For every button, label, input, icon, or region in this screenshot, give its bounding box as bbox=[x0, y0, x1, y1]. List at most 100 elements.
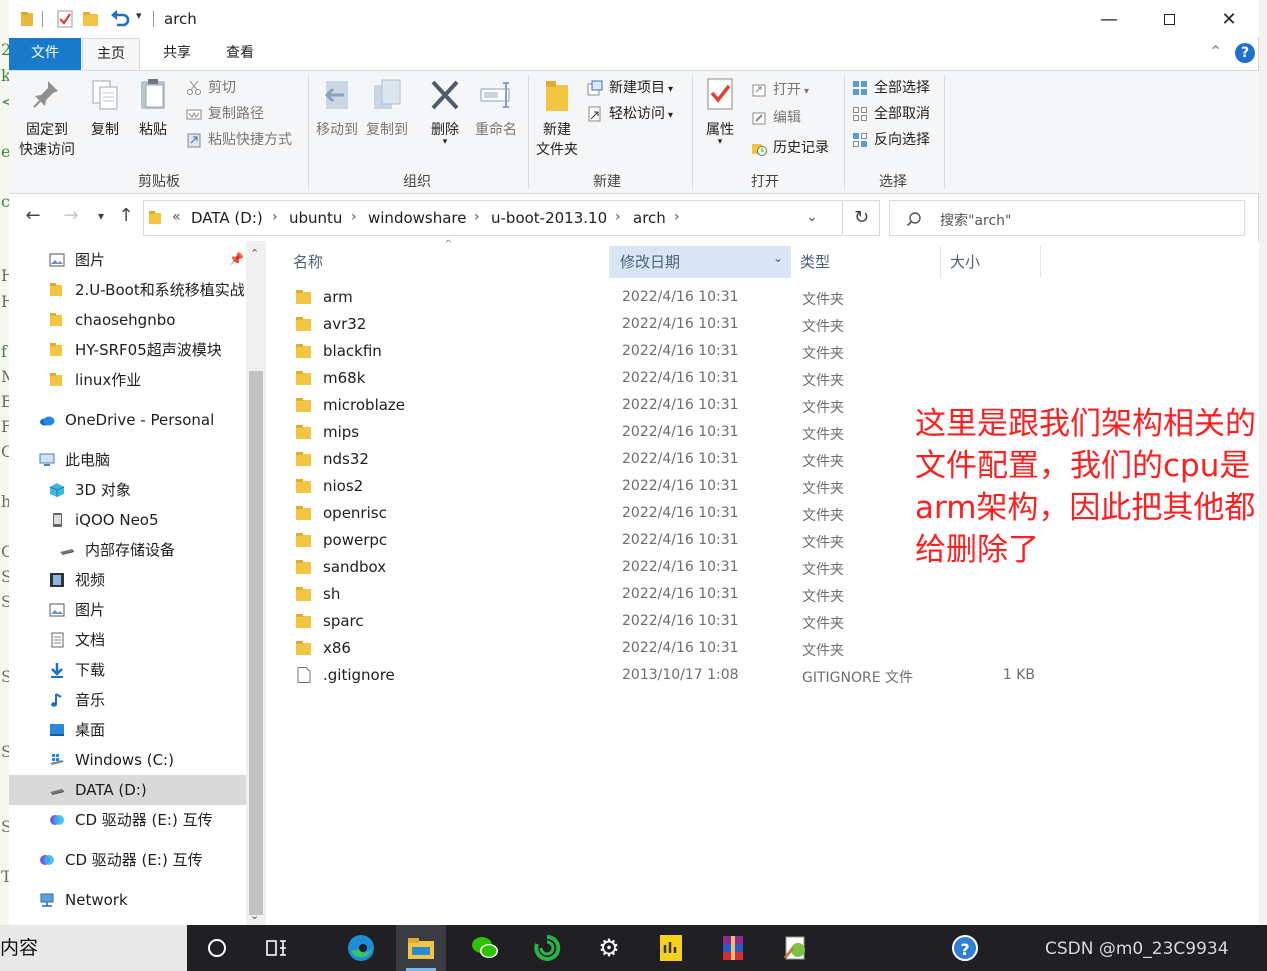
file-row[interactable]: sh 2022/4/16 10:31 文件夹 bbox=[295, 582, 1055, 609]
maximize-button[interactable] bbox=[1139, 0, 1199, 38]
file-row[interactable]: x86 2022/4/16 10:31 文件夹 bbox=[295, 636, 1055, 663]
cut-button[interactable]: 剪切 bbox=[186, 77, 236, 99]
search-input[interactable]: 搜索"arch" bbox=[889, 200, 1245, 236]
tab-file[interactable]: 文件 bbox=[9, 38, 81, 70]
file-row[interactable]: m68k 2022/4/16 10:31 文件夹 bbox=[295, 366, 1055, 393]
column-divider[interactable] bbox=[1040, 246, 1041, 278]
file-type: 文件夹 bbox=[802, 508, 844, 524]
file-explorer-taskbar-button[interactable] bbox=[396, 925, 446, 971]
properties-icon[interactable] bbox=[56, 9, 74, 29]
breadcrumb-chevron-icon[interactable]: › bbox=[474, 209, 480, 225]
delete-dropdown-icon[interactable]: ▾ bbox=[425, 138, 465, 147]
breadcrumb-overflow[interactable]: « bbox=[172, 209, 181, 225]
refresh-button[interactable]: ↻ bbox=[844, 200, 880, 236]
file-name: .gitignore bbox=[323, 666, 395, 684]
history-button[interactable]: 历史记录 bbox=[751, 137, 829, 159]
properties-button[interactable]: 属性 ▾ bbox=[699, 77, 741, 147]
open-button[interactable]: 打开 ▾ bbox=[751, 79, 809, 101]
up-button[interactable]: ↑ bbox=[114, 205, 138, 231]
breadcrumb-arch[interactable]: arch bbox=[633, 209, 666, 227]
drive-icon bbox=[60, 549, 74, 555]
tab-home[interactable]: 主页 bbox=[82, 38, 140, 70]
folder-icon bbox=[296, 560, 311, 574]
new-item-button[interactable]: 新建项目 ▾ bbox=[587, 77, 673, 99]
settings-button[interactable]: ⚙ bbox=[584, 925, 634, 971]
tab-share[interactable]: 共享 bbox=[148, 38, 206, 70]
collapse-ribbon-icon[interactable]: ⌃ bbox=[1209, 42, 1222, 61]
copy-button[interactable]: 复制 bbox=[87, 77, 123, 139]
file-date: 2022/4/16 10:31 bbox=[622, 424, 739, 440]
close-button[interactable]: ✕ bbox=[1199, 0, 1259, 38]
column-header-size[interactable]: 大小 bbox=[940, 246, 1040, 278]
breadcrumb-chevron-icon[interactable]: › bbox=[272, 209, 278, 225]
task-view-button[interactable] bbox=[252, 925, 302, 971]
copy-to-icon bbox=[374, 79, 401, 109]
paste-button[interactable]: 粘贴 bbox=[135, 77, 171, 139]
easy-access-button[interactable]: 轻松访问 ▾ bbox=[587, 103, 673, 125]
pin-label-2: 快速访问 bbox=[19, 142, 75, 158]
breadcrumb-ubuntu[interactable]: ubuntu bbox=[289, 209, 342, 227]
invert-selection-button[interactable]: 反向选择 bbox=[852, 129, 930, 151]
qa-customize-icon[interactable]: ▾ bbox=[136, 9, 142, 22]
pin-icon[interactable]: 📌 bbox=[229, 252, 244, 266]
breadcrumb-data-drive[interactable]: DATA (D:) bbox=[191, 209, 263, 227]
file-name: m68k bbox=[323, 369, 366, 387]
forward-button[interactable]: → bbox=[59, 205, 83, 231]
column-header-date[interactable]: 修改日期 bbox=[610, 246, 790, 278]
edit-button[interactable]: 编辑 bbox=[751, 107, 801, 129]
rename-button[interactable]: 重命名 bbox=[471, 77, 521, 139]
app-green-button[interactable] bbox=[522, 925, 572, 971]
new-folder-icon[interactable] bbox=[82, 9, 100, 29]
breadcrumb-chevron-icon[interactable]: › bbox=[674, 209, 680, 225]
column-header-type[interactable]: 类型 bbox=[790, 246, 940, 278]
address-bar[interactable]: « DATA (D:) › ubuntu › windowshare › u-b… bbox=[143, 200, 843, 236]
help-icon[interactable]: ? bbox=[1235, 43, 1255, 63]
search-button[interactable] bbox=[192, 925, 242, 971]
scroll-down-icon[interactable]: ⌄ bbox=[250, 909, 259, 922]
breadcrumb-windowshare[interactable]: windowshare bbox=[368, 209, 467, 227]
scroll-thumb[interactable] bbox=[249, 371, 263, 915]
recent-locations-button[interactable]: ▾ bbox=[89, 209, 113, 235]
column-header-name[interactable]: 名称 bbox=[283, 246, 611, 278]
ribbon-separator bbox=[692, 75, 693, 189]
nav-pane-scrollbar[interactable]: ⌃ ⌄ bbox=[246, 241, 266, 925]
back-button[interactable]: ← bbox=[21, 205, 45, 231]
file-row[interactable]: blackfin 2022/4/16 10:31 文件夹 bbox=[295, 339, 1055, 366]
file-row[interactable]: .gitignore 2013/10/17 1:08 GITIGNORE 文件 1 K… bbox=[295, 663, 1055, 690]
tab-view[interactable]: 查看 bbox=[211, 38, 269, 70]
copy-path-button[interactable]: 复制路径 bbox=[186, 103, 264, 125]
select-all-button[interactable]: 全部选择 bbox=[852, 77, 930, 99]
app-yellow-button[interactable] bbox=[646, 925, 696, 971]
delete-button[interactable]: 删除 ▾ bbox=[425, 77, 465, 147]
undo-icon[interactable] bbox=[109, 9, 131, 29]
breadcrumb-chevron-icon[interactable]: › bbox=[351, 209, 357, 225]
breadcrumb-u-boot[interactable]: u-boot-2013.10 bbox=[491, 209, 607, 227]
editor-button[interactable] bbox=[770, 925, 820, 971]
search-placeholder: 搜索"arch" bbox=[940, 213, 1012, 229]
scroll-up-icon[interactable]: ⌃ bbox=[250, 247, 259, 260]
nav-item-label: HY-SRF05超声波模块 bbox=[75, 341, 222, 359]
column-filter-chevron-icon[interactable]: ⌄ bbox=[773, 251, 783, 265]
edge-button[interactable] bbox=[336, 925, 386, 971]
paste-shortcut-button[interactable]: 粘贴快捷方式 bbox=[186, 129, 292, 151]
file-row[interactable]: avr32 2022/4/16 10:31 文件夹 bbox=[295, 312, 1055, 339]
folder-icon bbox=[21, 12, 33, 26]
winrar-button[interactable] bbox=[708, 925, 758, 971]
edit-icon bbox=[752, 112, 766, 125]
new-folder-button[interactable]: 新建 文件夹 bbox=[534, 77, 580, 159]
copy-to-button[interactable]: 复制到 bbox=[364, 77, 410, 139]
music-icon bbox=[51, 693, 62, 707]
address-dropdown-icon[interactable]: ⌄ bbox=[806, 209, 818, 225]
pin-quick-access-button[interactable]: 固定到 快速访问 bbox=[15, 77, 79, 159]
minimize-button[interactable]: — bbox=[1079, 0, 1139, 38]
properties-dropdown-icon[interactable]: ▾ bbox=[699, 138, 741, 147]
select-none-button[interactable]: 全部取消 bbox=[852, 103, 930, 125]
file-row[interactable]: sparc 2022/4/16 10:31 文件夹 bbox=[295, 609, 1055, 636]
nav-item-label: Network bbox=[65, 891, 128, 909]
file-row[interactable]: arm 2022/4/16 10:31 文件夹 bbox=[295, 285, 1055, 312]
breadcrumb-chevron-icon[interactable]: › bbox=[615, 209, 621, 225]
move-to-button[interactable]: 移动到 bbox=[314, 77, 360, 139]
help-tray-button[interactable]: ? bbox=[940, 925, 990, 971]
wechat-button[interactable] bbox=[460, 925, 510, 971]
folder-icon bbox=[296, 533, 311, 547]
